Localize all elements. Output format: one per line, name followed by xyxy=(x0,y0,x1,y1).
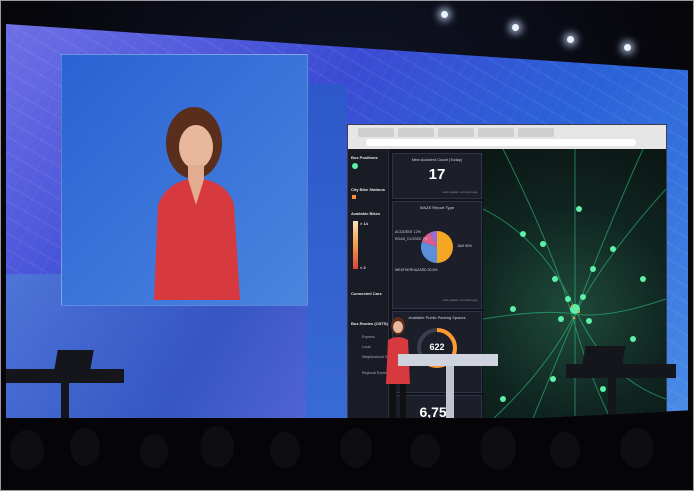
bike-station-icon xyxy=(352,195,356,199)
bus-marker-icon xyxy=(352,163,358,169)
audience-head xyxy=(410,434,440,468)
presenter-video-image xyxy=(62,55,307,305)
waze-card-title: WAZE Report Type xyxy=(419,205,455,210)
podium-center-top xyxy=(398,354,498,366)
waze-pie-chart xyxy=(421,231,453,263)
bikes-ramp-max: > 14 xyxy=(360,221,368,226)
pie-slice-jam xyxy=(437,231,453,263)
pie-label-accident: ACCIDENT 12% xyxy=(395,230,421,234)
browser-tab[interactable] xyxy=(518,128,554,137)
audience-area xyxy=(0,418,694,491)
browser-tab[interactable] xyxy=(358,128,394,137)
audience-head xyxy=(620,428,654,468)
stage-light xyxy=(567,36,574,43)
map-roads-layer xyxy=(483,149,666,443)
pie-label-road-closed: ROAD_CLOSED 7% xyxy=(395,237,428,241)
waze-card-footer: Last update: a minute ago xyxy=(442,298,478,302)
accident-count-value: 17 xyxy=(428,166,446,183)
address-bar[interactable] xyxy=(366,139,636,146)
laptop-left xyxy=(54,350,94,370)
audience-head xyxy=(10,430,44,470)
browser-tab[interactable] xyxy=(438,128,474,137)
accident-card-title: New Accident Count (Today) xyxy=(411,157,463,162)
legend-city-bike-stations: City Bike Stations xyxy=(351,187,386,192)
bikes-ramp-min: < 2 xyxy=(360,265,366,270)
waze-report-card: WAZE Report Type ACCIDENT 12% ROAD_CLOSE… xyxy=(392,201,482,309)
audience-head xyxy=(270,432,300,468)
presentation-screen: Bus Positions City Bike Stations Availab… xyxy=(6,24,688,444)
legend-available-bikes: Available Bikes xyxy=(351,211,381,216)
accident-count-card: New Accident Count (Today) 17 Last updat… xyxy=(392,153,482,199)
street-map-strip xyxy=(306,84,346,444)
presenter-video-panel xyxy=(61,54,308,306)
browser-tab[interactable] xyxy=(478,128,514,137)
stage-light xyxy=(441,11,448,18)
route-express: Express xyxy=(362,335,375,339)
stage-light xyxy=(624,44,631,51)
accident-card-footer: Last update: a minute ago xyxy=(442,190,478,194)
stage-light xyxy=(512,24,519,31)
route-local: Local xyxy=(362,345,371,349)
legend-connected-cars: Connected Cars xyxy=(351,291,382,296)
pie-label-jam: JAM 50% xyxy=(457,244,472,248)
audience-head xyxy=(480,426,516,470)
podium-left-top xyxy=(6,369,124,383)
bikes-color-ramp xyxy=(353,221,358,269)
browser-toolbar xyxy=(348,125,666,149)
legend-bus-positions: Bus Positions xyxy=(351,155,378,160)
audience-head xyxy=(200,426,234,468)
audience-head xyxy=(550,432,580,468)
audience-head xyxy=(340,428,372,468)
city-dark-map[interactable] xyxy=(483,149,666,443)
podium-right-top xyxy=(566,364,676,378)
pie-label-weatherhazard: WEATHERHAZARD 30.6% xyxy=(395,268,438,272)
audience-head xyxy=(140,434,168,468)
laptop-right xyxy=(582,346,626,364)
browser-tab[interactable] xyxy=(398,128,434,137)
audience-head xyxy=(70,428,100,466)
